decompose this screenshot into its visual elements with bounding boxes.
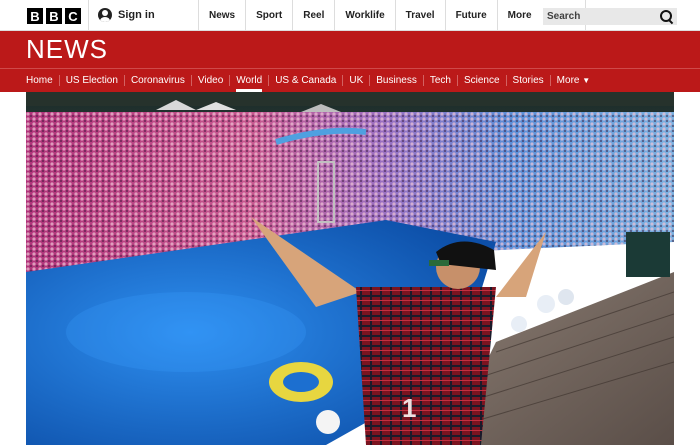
subnav-video[interactable]: Video bbox=[192, 69, 229, 92]
user-icon bbox=[98, 8, 112, 22]
news-logo[interactable]: NEWS bbox=[26, 34, 108, 65]
subnav-home[interactable]: Home bbox=[26, 69, 59, 92]
chevron-down-icon: ▼ bbox=[582, 76, 591, 85]
subnav-more-label: More bbox=[556, 75, 580, 86]
subnav-us-election[interactable]: US Election bbox=[60, 69, 124, 92]
news-subnav: Home US Election Coronavirus Video World… bbox=[26, 69, 596, 92]
hero-image: 1 bbox=[26, 92, 674, 445]
sign-in-link[interactable]: Sign in bbox=[98, 8, 155, 22]
bbc-logo-letter: B bbox=[27, 8, 43, 24]
subnav-stories[interactable]: Stories bbox=[507, 69, 550, 92]
bbc-logo-letter: C bbox=[65, 8, 81, 24]
top-bar: B B C Sign in News Sport Reel Worklife T… bbox=[0, 0, 700, 31]
shirt-number: 1 bbox=[402, 393, 416, 423]
top-nav-travel[interactable]: Travel bbox=[394, 0, 445, 31]
bbc-logo[interactable]: B B C bbox=[27, 8, 81, 24]
top-nav-more-label: More bbox=[507, 10, 532, 21]
search-input[interactable]: Search bbox=[543, 8, 677, 25]
subnav-science[interactable]: Science bbox=[458, 69, 506, 92]
subnav-coronavirus[interactable]: Coronavirus bbox=[125, 69, 191, 92]
top-nav-sport[interactable]: Sport bbox=[245, 0, 292, 31]
top-nav-news[interactable]: News bbox=[198, 0, 245, 31]
subnav-tech[interactable]: Tech bbox=[424, 69, 457, 92]
subnav-business[interactable]: Business bbox=[370, 69, 423, 92]
search-placeholder: Search bbox=[547, 11, 581, 22]
subnav-world[interactable]: World bbox=[230, 69, 268, 92]
top-nav-reel[interactable]: Reel bbox=[292, 0, 334, 31]
bbc-logo-letter: B bbox=[46, 8, 62, 24]
sign-in-label: Sign in bbox=[118, 9, 155, 21]
search-icon[interactable] bbox=[660, 10, 673, 23]
top-nav: News Sport Reel Worklife Travel Future M… bbox=[198, 0, 586, 31]
divider bbox=[88, 0, 89, 31]
subnav-more-button[interactable]: More ▼ bbox=[551, 69, 597, 92]
hero-photo-illustration: 1 bbox=[26, 92, 674, 445]
subnav-us-canada[interactable]: US & Canada bbox=[269, 69, 342, 92]
top-nav-future[interactable]: Future bbox=[444, 0, 497, 31]
top-nav-worklife[interactable]: Worklife bbox=[334, 0, 394, 31]
subnav-uk[interactable]: UK bbox=[343, 69, 369, 92]
